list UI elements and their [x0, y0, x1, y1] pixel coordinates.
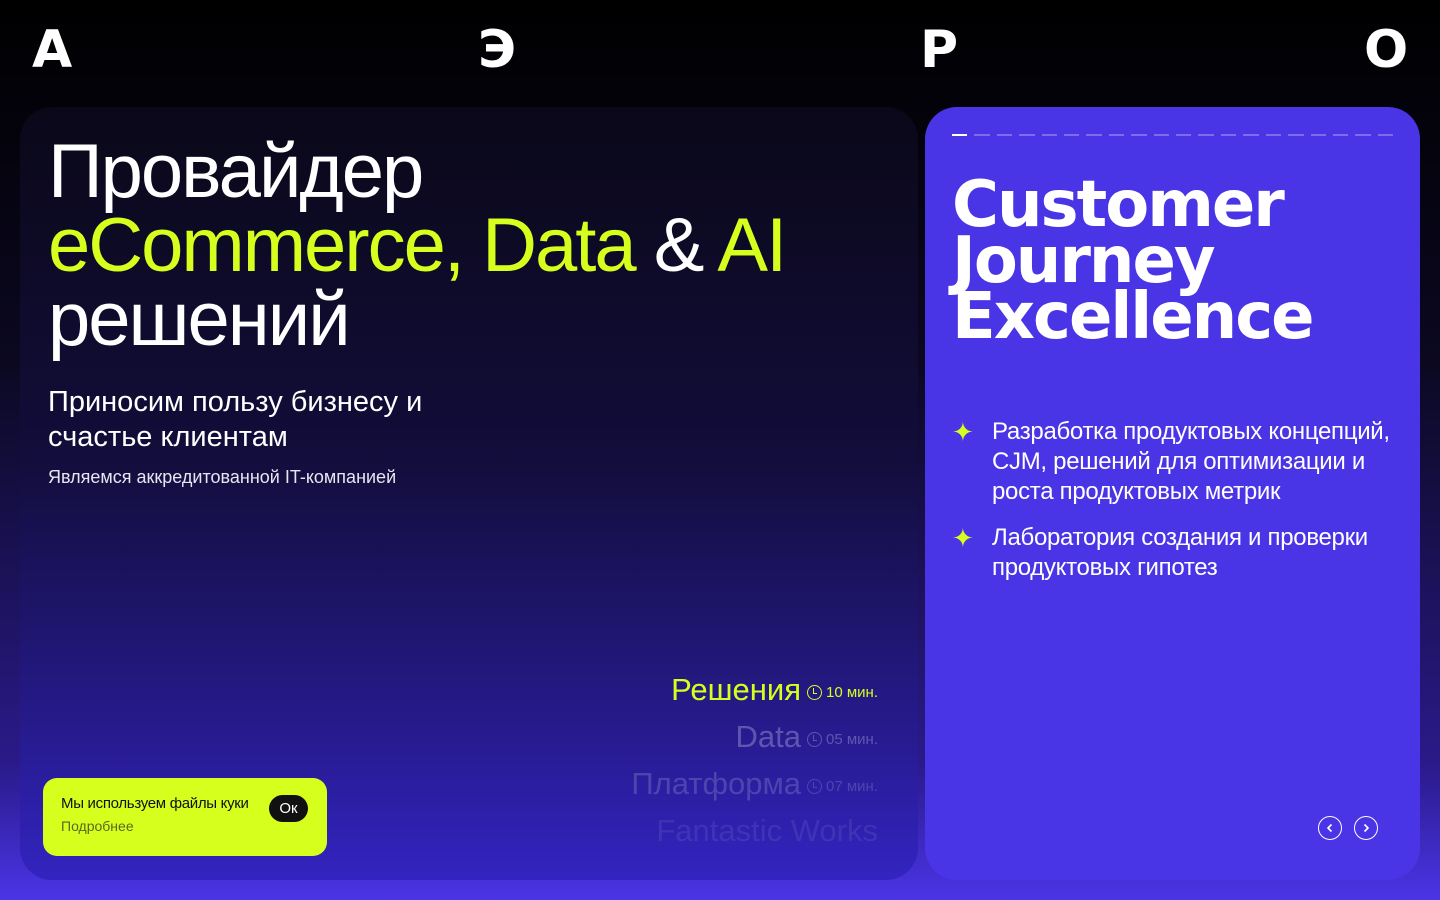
nav-item-solutions[interactable]: Решения 10 мин.	[631, 672, 878, 719]
clock-icon	[807, 732, 822, 747]
headline-ampersand: &	[634, 203, 718, 288]
nav-item-label: Data	[735, 719, 801, 754]
progress-segment[interactable]	[1131, 134, 1147, 136]
nav-item-label: Fantastic Works	[656, 813, 878, 848]
logo-letter-a[interactable]: А	[32, 24, 72, 76]
chevron-right-icon	[1363, 823, 1370, 833]
slide-bullets: ✦ Разработка продуктовых концепций, CJM,…	[952, 417, 1392, 599]
sparkle-icon: ✦	[952, 417, 974, 447]
slide-progress	[952, 134, 1394, 136]
sparkle-icon: ✦	[952, 523, 974, 553]
progress-segment[interactable]	[1355, 134, 1371, 136]
progress-segment[interactable]	[1041, 134, 1058, 136]
bullet-text: Разработка продуктовых концепций, CJM, р…	[992, 418, 1390, 505]
cookie-more-link[interactable]: Подробнее	[61, 818, 309, 834]
logo-letter-e[interactable]: Э	[478, 24, 516, 76]
nav-time-text: 07 мин.	[826, 778, 878, 795]
hero-headline: Провайдер eCommerce, Data & AI решений	[48, 129, 787, 362]
progress-segment[interactable]	[1086, 134, 1102, 136]
next-slide-button[interactable]	[1354, 816, 1378, 840]
headline-line-1: Провайдер	[48, 129, 424, 214]
bullet-item: ✦ Лаборатория создания и проверки продук…	[952, 523, 1392, 583]
nav-item-fantastic-works[interactable]: Fantastic Works	[631, 813, 878, 860]
bullet-item: ✦ Разработка продуктовых концепций, CJM,…	[952, 417, 1392, 507]
progress-segment[interactable]	[996, 134, 1013, 136]
progress-segment[interactable]	[1265, 134, 1282, 136]
cookie-banner: Мы используем файлы куки Подробнее Ок	[43, 778, 327, 856]
clock-icon	[807, 685, 822, 700]
progress-segment[interactable]	[1108, 134, 1125, 136]
nav-item-time: 05 мин.	[807, 731, 878, 748]
slide-title: Customer Journey Excellence	[952, 173, 1315, 354]
nav-item-platform[interactable]: Платформа 07 мин.	[631, 766, 878, 813]
progress-segment[interactable]	[1064, 134, 1080, 136]
progress-segment[interactable]	[1220, 134, 1237, 136]
hero-card: Провайдер eCommerce, Data & AI решений П…	[20, 107, 918, 880]
accreditation-note: Являемся аккредитованной IT-компанией	[48, 467, 397, 487]
progress-segment[interactable]	[1243, 134, 1259, 136]
headline-line-2: eCommerce, Data & AI	[48, 208, 787, 284]
nav-item-label: Решения	[671, 672, 801, 707]
logo-letter-r[interactable]: Р	[920, 24, 958, 76]
nav-time-text: 05 мин.	[826, 731, 878, 748]
nav-item-time: 10 мин.	[807, 684, 878, 701]
nav-item-data[interactable]: Data 05 мин.	[631, 719, 878, 766]
progress-segment[interactable]	[1176, 134, 1192, 136]
progress-segment[interactable]	[1198, 134, 1214, 136]
progress-segment[interactable]	[952, 134, 968, 136]
progress-segment[interactable]	[1332, 134, 1349, 136]
nav-item-time: 07 мин.	[807, 778, 878, 795]
headline-line-3: решений	[48, 277, 351, 362]
progress-segment[interactable]	[1310, 134, 1326, 136]
headline-accent-ai: AI	[717, 203, 787, 288]
slide-card: Customer Journey Excellence ✦ Разработка…	[925, 107, 1420, 880]
nav-time-text: 10 мин.	[826, 684, 878, 701]
bullet-text: Лаборатория создания и проверки продукто…	[992, 524, 1368, 581]
progress-segment[interactable]	[1377, 134, 1394, 136]
progress-segment[interactable]	[1153, 134, 1170, 136]
clock-icon	[807, 779, 822, 794]
prev-slide-button[interactable]	[1318, 816, 1342, 840]
slide-title-line: Excellence	[952, 280, 1315, 354]
nav-item-label: Платформа	[631, 766, 801, 801]
section-nav: Решения 10 мин. Data 05 мин. Платформа 0…	[631, 672, 878, 860]
logo-letter-o[interactable]: О	[1364, 24, 1408, 76]
headline-accent-ecommerce: eCommerce, Data	[48, 203, 637, 288]
progress-segment[interactable]	[974, 134, 990, 136]
progress-segment[interactable]	[1019, 134, 1035, 136]
chevron-left-icon	[1326, 823, 1333, 833]
cookie-ok-button[interactable]: Ок	[269, 795, 308, 822]
hero-subtitle: Приносим пользу бизнесу и счастье клиент…	[48, 386, 423, 453]
progress-segment[interactable]	[1288, 134, 1304, 136]
